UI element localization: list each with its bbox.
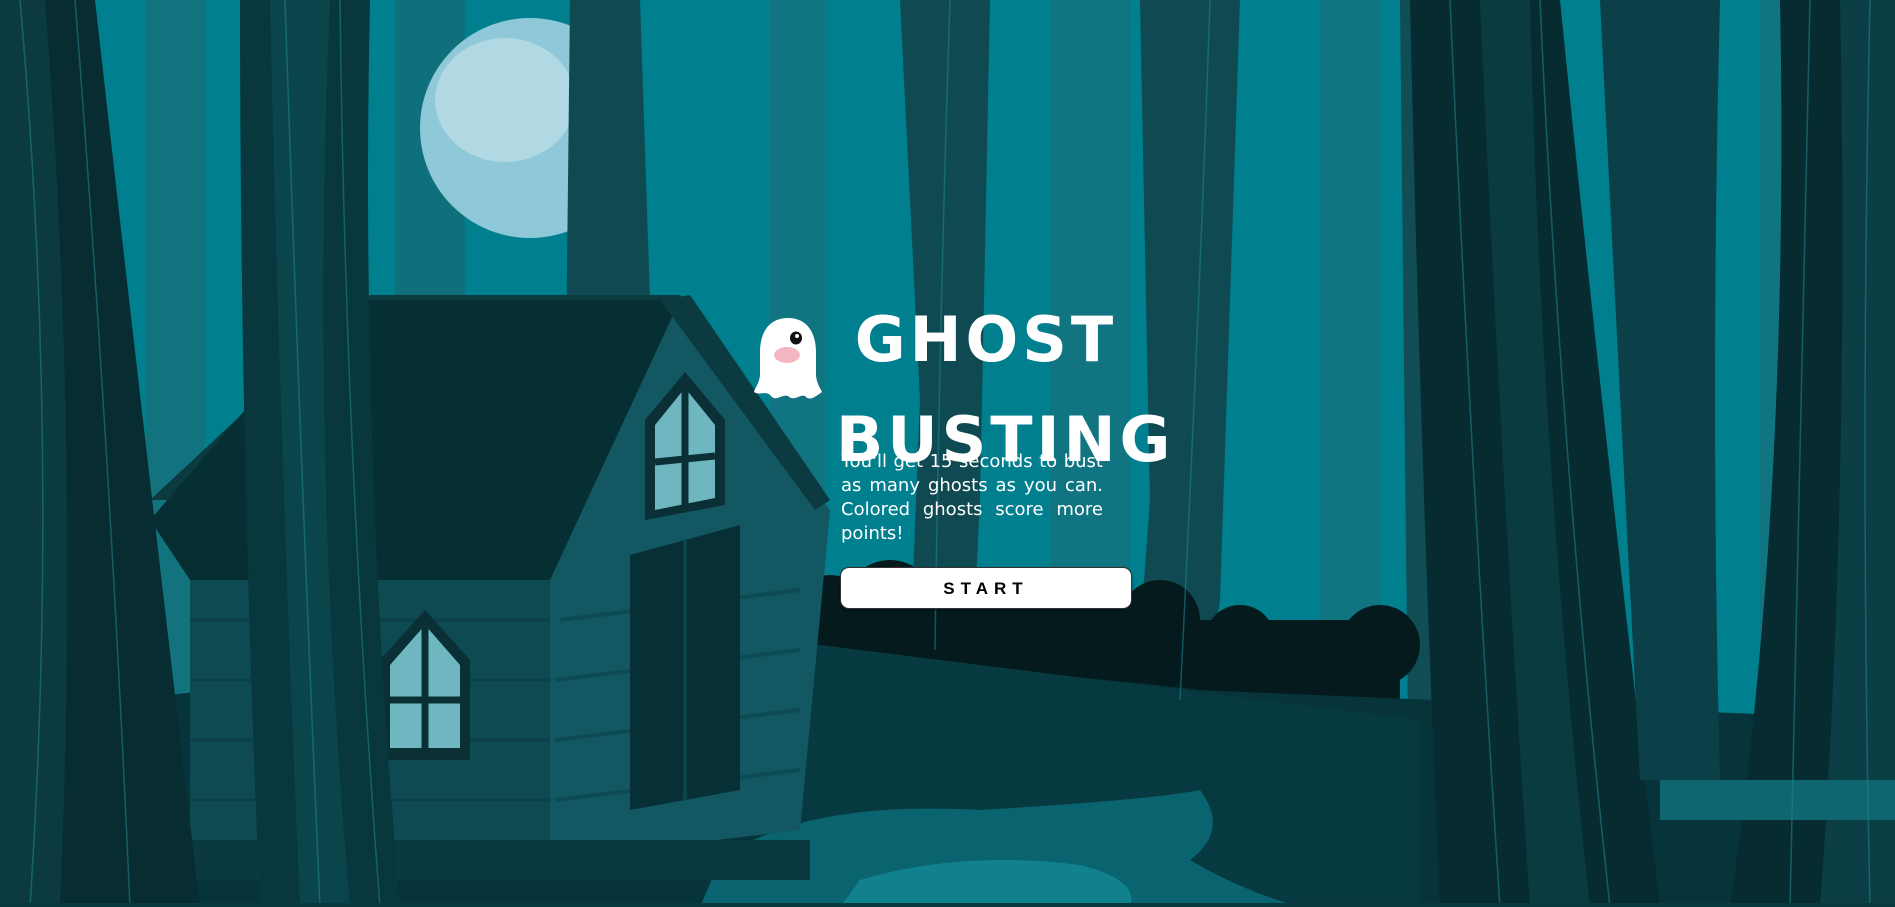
start-screen: GHOST BUSTING You'll get 15 seconds to b… xyxy=(0,0,1895,907)
game-description: You'll get 15 seconds to bust as many gh… xyxy=(841,451,1103,544)
start-button[interactable]: START xyxy=(840,567,1132,609)
title-line-1: GHOST xyxy=(854,303,1118,376)
bottom-edge xyxy=(0,903,1895,907)
ghost-icon xyxy=(754,318,822,399)
